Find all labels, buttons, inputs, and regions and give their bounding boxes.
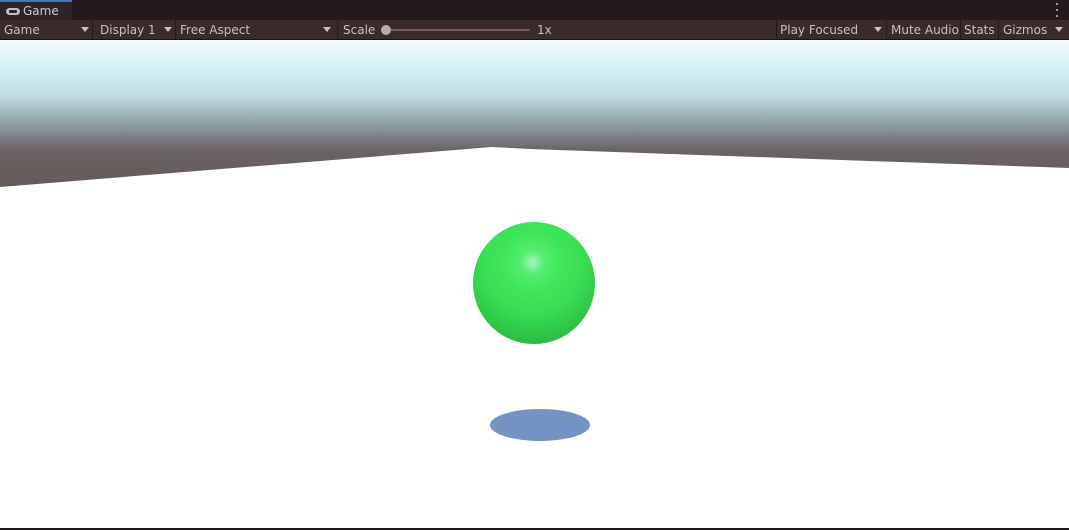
chevron-down-icon [323, 27, 331, 32]
gizmos-label: Gizmos [1003, 22, 1048, 37]
game-toolbar: Game Display 1 Free Aspect Scale 1x Play… [0, 20, 1069, 40]
play-mode-label: Play Focused [780, 22, 859, 37]
aspect-dropdown[interactable]: Free Aspect [180, 20, 334, 39]
mute-audio-button[interactable]: Mute Audio [891, 20, 959, 39]
chevron-down-icon [81, 27, 89, 32]
scale-slider-thumb[interactable] [381, 25, 391, 35]
tab-game[interactable]: Game [0, 0, 72, 20]
green-sphere [473, 222, 595, 344]
chevron-down-icon [874, 27, 882, 32]
view-mode-label: Game [4, 22, 40, 37]
tab-label: Game [23, 4, 59, 18]
gamepad-icon [6, 7, 20, 16]
aspect-label: Free Aspect [180, 22, 251, 37]
ball-shadow [490, 409, 590, 441]
play-mode-dropdown[interactable]: Play Focused [780, 20, 884, 39]
chevron-down-icon [1055, 27, 1063, 32]
stats-button[interactable]: Stats [964, 20, 995, 39]
scale-slider-track[interactable] [386, 29, 530, 31]
more-options-icon[interactable] [1055, 3, 1059, 17]
game-viewport[interactable] [0, 40, 1069, 528]
gizmos-dropdown[interactable]: Gizmos [1003, 20, 1065, 39]
display-dropdown[interactable]: Display 1 [100, 20, 174, 39]
tab-bar: Game [0, 0, 1069, 20]
chevron-down-icon [164, 27, 172, 32]
scale-label: Scale [343, 22, 376, 37]
view-mode-dropdown[interactable]: Game [4, 20, 92, 39]
display-label: Display 1 [100, 22, 156, 37]
scale-value: 1x [537, 22, 552, 37]
